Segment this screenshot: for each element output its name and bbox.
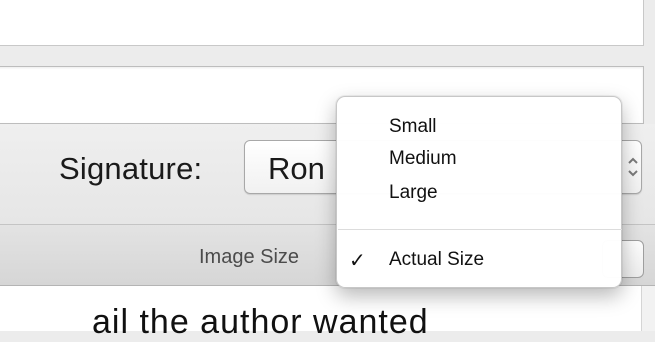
- image-size-label: Image Size: [199, 246, 300, 268]
- menu-item-medium[interactable]: Medium: [389, 148, 457, 170]
- checkmark-icon: ✓: [349, 250, 366, 272]
- message-scrollbar[interactable]: [641, 286, 655, 331]
- signature-label: Signature:: [59, 151, 203, 186]
- menu-separator: [338, 229, 622, 230]
- menu-item-actual-size[interactable]: Actual Size: [389, 249, 484, 271]
- image-size-menu: Small Medium Large ✓ Actual Size: [336, 96, 622, 288]
- message-body-text: ail the author wanted: [92, 303, 429, 341]
- recipient-field[interactable]: [0, 0, 644, 46]
- signature-stepper-icon[interactable]: [626, 148, 640, 186]
- menu-item-small[interactable]: Small: [389, 116, 437, 138]
- menu-item-large[interactable]: Large: [389, 182, 438, 204]
- signature-value: Ron: [268, 151, 325, 186]
